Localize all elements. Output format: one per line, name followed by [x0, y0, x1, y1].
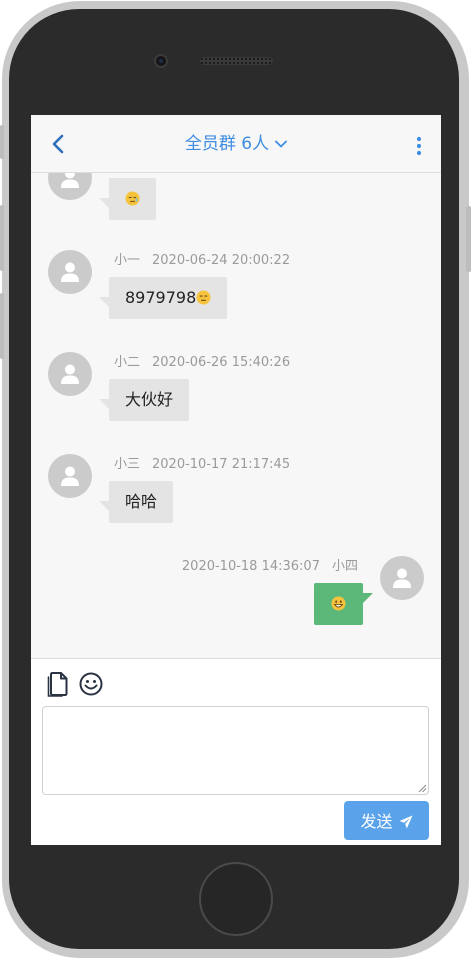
avatar[interactable]: [48, 173, 92, 200]
neutral-face-icon: [196, 290, 211, 305]
sender-name: 小四: [331, 559, 358, 574]
message-timestamp: 2020-10-17 21:17:45: [152, 457, 291, 472]
message-bubble[interactable]: [99, 178, 156, 220]
message-timestamp: 2020-06-26 15:40:26: [152, 355, 291, 370]
message-text: 大伙好: [125, 390, 174, 409]
message-list[interactable]: 小一 2020-06-24 20:00:22 8979798 小二 2020-06-…: [31, 173, 441, 658]
message-meta: 小二 2020-06-26 15:40:26: [114, 355, 290, 371]
grinning-face-icon: [331, 596, 346, 611]
sleepy-face-icon: [125, 191, 140, 206]
chat-screen: 全员群 6人 小一 2020-06-24 20:00:22 8979798 小二…: [31, 115, 441, 845]
avatar[interactable]: [48, 454, 92, 498]
message-timestamp: 2020-10-18 14:36:07: [181, 559, 320, 574]
chat-header: 全员群 6人: [31, 115, 441, 173]
sender-name: 小一: [114, 253, 141, 268]
resize-grip-icon[interactable]: [417, 783, 427, 793]
file-icon: [47, 672, 68, 697]
send-button[interactable]: 发送: [344, 801, 429, 840]
volume-down-button: [0, 293, 4, 359]
more-menu-button[interactable]: [413, 135, 425, 157]
message-bubble[interactable]: [314, 583, 373, 625]
message-bubble[interactable]: 大伙好: [98, 379, 190, 421]
message-meta: 小一 2020-06-24 20:00:22: [114, 253, 290, 269]
message-text: 8979798: [125, 288, 197, 307]
mute-switch: [0, 125, 4, 159]
more-vertical-icon: [416, 136, 422, 156]
user-icon: [61, 364, 79, 384]
sender-name: 小三: [114, 457, 141, 472]
sender-name: 小二: [114, 355, 141, 370]
chevron-down-icon: [275, 140, 288, 148]
avatar[interactable]: [380, 556, 424, 600]
front-camera: [154, 54, 168, 68]
message-text: 哈哈: [125, 492, 158, 511]
user-icon: [61, 262, 79, 282]
paper-plane-icon: [399, 815, 412, 828]
user-icon: [61, 466, 79, 486]
smile-icon: [79, 672, 103, 696]
message-bubble[interactable]: 8979798: [98, 277, 228, 319]
message-timestamp: 2020-06-24 20:00:22: [152, 253, 291, 268]
message-composer: 发送: [31, 658, 441, 845]
send-button-label: 发送: [360, 812, 393, 831]
message-meta: 2020-10-18 14:36:07 小四: [182, 559, 358, 575]
user-icon: [61, 173, 79, 188]
message-meta: 小三 2020-10-17 21:17:45: [114, 457, 290, 473]
user-icon: [393, 568, 411, 588]
earpiece-speaker: [200, 57, 273, 65]
power-button: [466, 206, 471, 272]
home-button[interactable]: [199, 862, 273, 936]
volume-up-button: [0, 205, 4, 271]
emoji-picker-button[interactable]: [79, 672, 103, 696]
attach-file-button[interactable]: [47, 671, 69, 697]
group-title: 全员群 6人: [184, 134, 270, 154]
avatar[interactable]: [48, 352, 92, 396]
message-input[interactable]: [42, 706, 429, 795]
avatar[interactable]: [48, 250, 92, 294]
group-title-dropdown[interactable]: 全员群 6人: [31, 133, 441, 155]
message-bubble[interactable]: 哈哈: [98, 481, 174, 523]
